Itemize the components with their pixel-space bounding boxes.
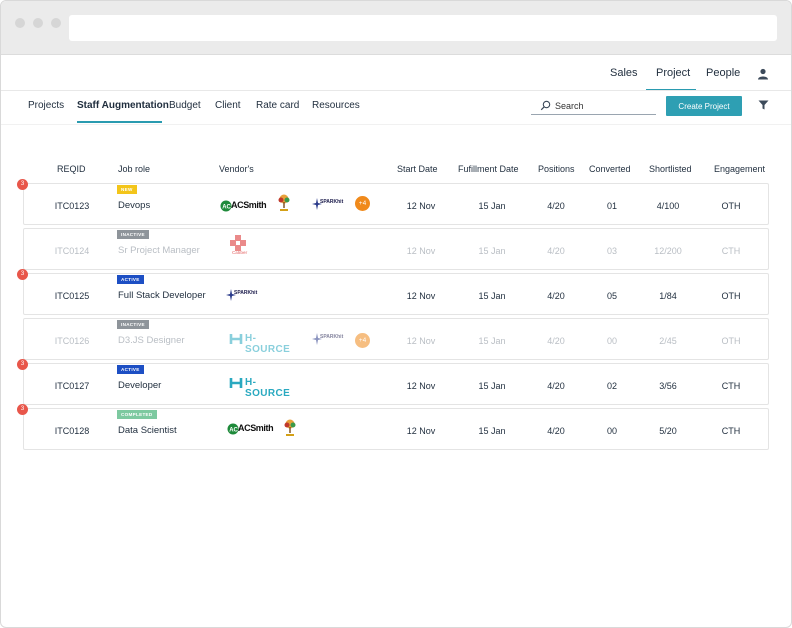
status-badge: INACTIVE [117,320,149,329]
cell-reqid[interactable]: ITC0123 [46,201,98,211]
cell-start-date: 12 Nov [406,246,436,256]
tab-staff-augmentation[interactable]: Staff Augmentation [77,100,169,111]
table-row[interactable]: ITC0127 ACTIVE Developer 12 Nov 15 Jan 4… [23,363,769,405]
cell-engagement: CTH [721,246,741,256]
column-header-shortlisted: Shortlisted [649,164,692,174]
column-header-positions: Positions [538,164,575,174]
cell-engagement: CTH [721,426,741,436]
table-row[interactable]: ITC0125 ACTIVE Full Stack Developer 12 N… [23,273,769,315]
column-header-engagement: Engagement [714,164,766,174]
cell-job-role[interactable]: Data Scientist [118,425,177,436]
table-row[interactable]: ITC0128 COMPLETED Data Scientist 12 Nov … [23,408,769,450]
cell-positions: 4/20 [547,201,565,211]
column-header-vendors: Vendor's [219,164,254,174]
cell-converted: 02 [606,381,617,391]
cell-reqid[interactable]: ITC0127 [46,381,98,391]
cell-engagement: OTH [721,201,741,211]
cell-job-role[interactable]: Sr Project Manager [118,245,200,256]
cell-fulfillment-date: 15 Jan [478,336,506,346]
cell-start-date: 12 Nov [406,201,436,211]
status-badge: NEW [117,185,137,194]
tab-active-indicator [77,121,162,123]
cell-fulfillment-date: 15 Jan [478,246,506,256]
table-row[interactable]: ITC0123 NEW Devops 12 Nov 15 Jan 4/20 01… [23,183,769,225]
browser-window: Sales Project People Projects Staff Augm… [0,0,792,628]
cell-job-role[interactable]: D3.JS Designer [118,335,185,346]
cell-reqid[interactable]: ITC0124 [46,246,98,256]
cell-engagement: OTH [721,336,741,346]
notification-badge[interactable]: 3 [17,359,28,370]
cell-positions: 4/20 [547,426,565,436]
cell-start-date: 12 Nov [406,291,436,301]
cell-fulfillment-date: 15 Jan [478,381,506,391]
tab-client[interactable]: Client [215,100,241,111]
column-header-job-role: Job role [118,164,151,174]
cell-positions: 4/20 [547,381,565,391]
cell-shortlisted: 1/84 [659,291,677,301]
search-box [531,98,656,115]
cell-shortlisted: 2/45 [659,336,677,346]
divider [1,124,791,125]
cell-job-role[interactable]: Developer [118,380,161,391]
top-nav-sales[interactable]: Sales [610,67,638,79]
cell-job-role[interactable]: Full Stack Developer [118,290,206,301]
tab-resources[interactable]: Resources [312,100,360,111]
column-header-start-date: Start Date [397,164,438,174]
notification-badge[interactable]: 3 [17,404,28,415]
status-badge: ACTIVE [117,275,144,284]
window-minimize-dot[interactable] [33,18,43,28]
status-badge: COMPLETED [117,410,157,419]
tab-budget[interactable]: Budget [169,100,201,111]
user-icon[interactable] [757,68,769,80]
cell-engagement: CTH [721,381,741,391]
column-header-converted: Converted [589,164,631,174]
tab-rate-card[interactable]: Rate card [256,100,299,111]
search-input[interactable] [555,99,651,113]
cell-job-role[interactable]: Devops [118,200,150,211]
table-row[interactable]: ITC0124 INACTIVE Sr Project Manager 12 N… [23,228,769,270]
window-close-dot[interactable] [15,18,25,28]
cell-fulfillment-date: 15 Jan [478,426,506,436]
cell-shortlisted: 4/100 [656,201,680,211]
top-nav-people[interactable]: People [706,67,740,79]
divider [1,90,791,91]
search-icon [540,100,551,111]
browser-titlebar [1,1,791,55]
status-badge: INACTIVE [117,230,149,239]
address-bar[interactable] [69,15,777,41]
column-header-reqid: REQID [57,164,86,174]
top-nav-project[interactable]: Project [656,67,690,79]
notification-badge[interactable]: 3 [17,179,28,190]
tab-projects[interactable]: Projects [28,100,64,111]
cell-start-date: 12 Nov [406,336,436,346]
cell-converted: 00 [606,426,617,436]
column-header-fulfillment-date: Fufillment Date [458,164,519,174]
cell-start-date: 12 Nov [406,381,436,391]
cell-converted: 05 [606,291,617,301]
notification-badge[interactable]: 3 [17,269,28,280]
cell-positions: 4/20 [547,246,565,256]
status-badge: ACTIVE [117,365,144,374]
cell-shortlisted: 3/56 [659,381,677,391]
cell-reqid[interactable]: ITC0128 [46,426,98,436]
create-project-button[interactable]: Create Project [666,96,742,116]
cell-shortlisted: 12/200 [654,246,682,256]
cell-reqid[interactable]: ITC0126 [46,336,98,346]
cell-engagement: OTH [721,291,741,301]
cell-fulfillment-date: 15 Jan [478,201,506,211]
cell-start-date: 12 Nov [406,426,436,436]
table-row[interactable]: ITC0126 INACTIVE D3.JS Designer 12 Nov 1… [23,318,769,360]
cell-converted: 03 [606,246,617,256]
cell-converted: 00 [606,336,617,346]
cell-reqid[interactable]: ITC0125 [46,291,98,301]
filter-icon[interactable] [758,100,769,110]
window-maximize-dot[interactable] [51,18,61,28]
cell-shortlisted: 5/20 [659,426,677,436]
cell-positions: 4/20 [547,336,565,346]
cell-fulfillment-date: 15 Jan [478,291,506,301]
cell-positions: 4/20 [547,291,565,301]
cell-converted: 01 [606,201,617,211]
